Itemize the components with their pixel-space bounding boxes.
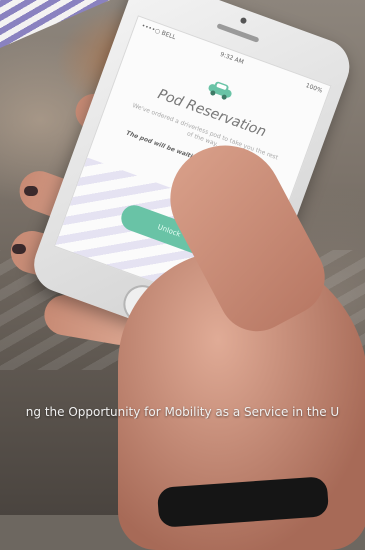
fingernail — [12, 244, 26, 254]
fingernail — [24, 186, 38, 196]
car-icon — [208, 81, 232, 100]
battery-level: 100% — [304, 82, 324, 95]
earpiece-speaker — [216, 23, 260, 43]
front-camera — [239, 16, 248, 25]
caption-text: ng the Opportunity for Mobility as a Ser… — [25, 405, 340, 419]
